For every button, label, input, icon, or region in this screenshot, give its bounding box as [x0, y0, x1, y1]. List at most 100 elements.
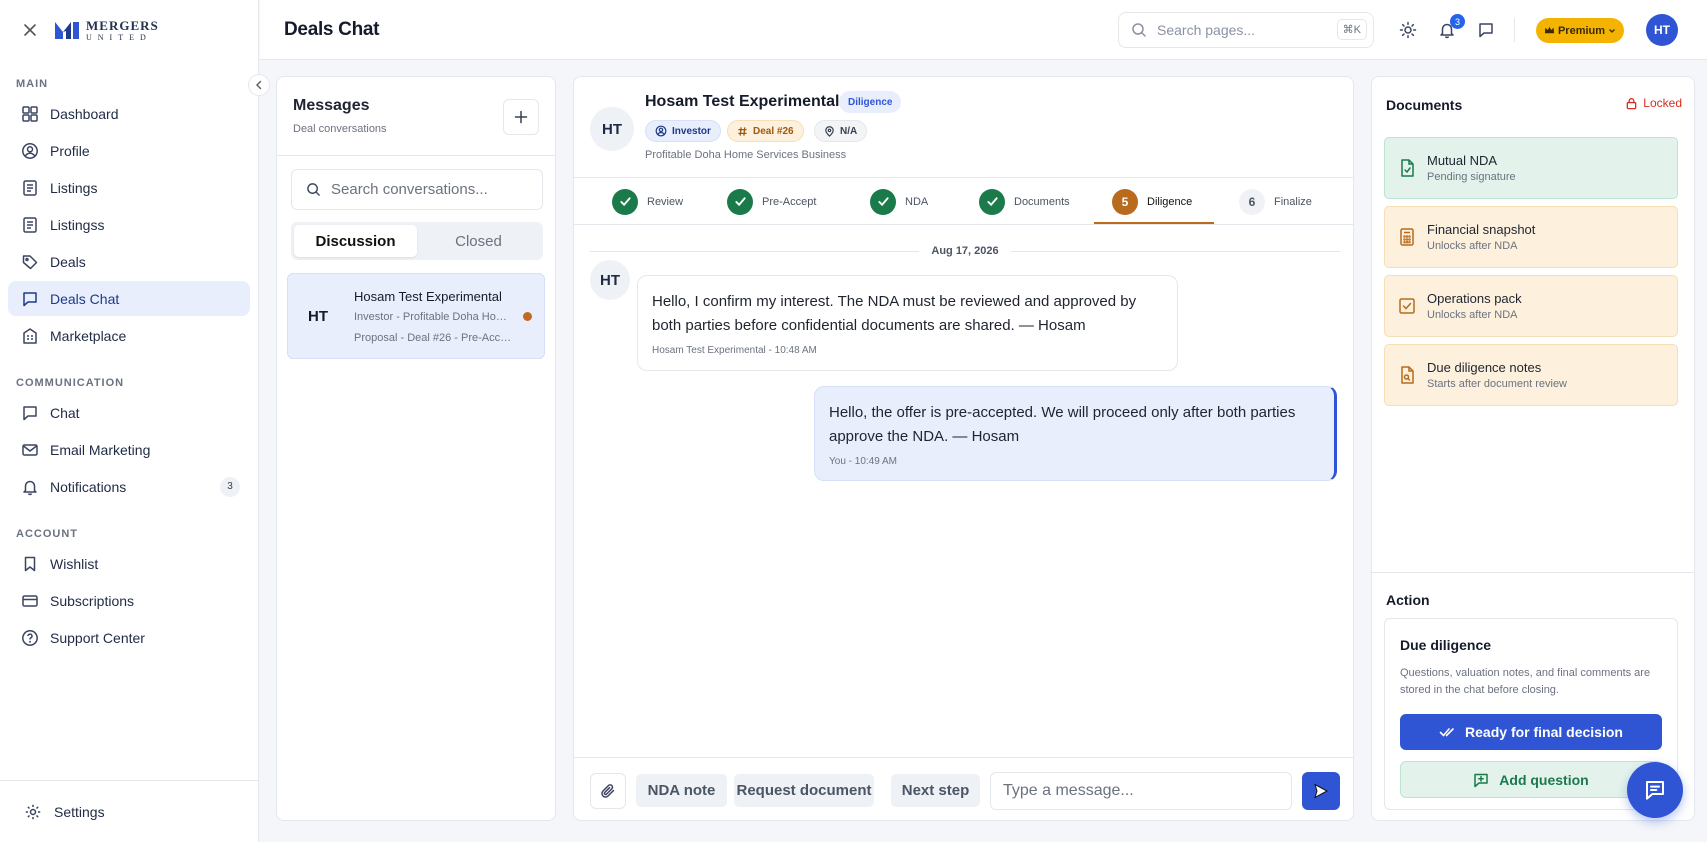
- step-label: Pre-Accept: [762, 195, 817, 208]
- request-document-button[interactable]: Request document: [734, 774, 874, 807]
- step-pre-accept[interactable]: Pre-Accept: [727, 178, 816, 225]
- conversation-search-input[interactable]: [331, 181, 531, 198]
- sidebar-item-email-marketing[interactable]: Email Marketing: [8, 432, 250, 467]
- sidebar-item-deals-chat[interactable]: Deals Chat: [8, 281, 250, 316]
- sidebar-item-wishlist[interactable]: Wishlist: [8, 546, 250, 581]
- sidebar-item-label: Listingss: [50, 216, 105, 233]
- sidebar-item-label: Settings: [54, 803, 105, 820]
- messages-subtitle: Deal conversations: [293, 123, 387, 135]
- business-name: Profitable Doha Home Services Business: [645, 149, 847, 161]
- sidebar-item-deals[interactable]: Deals: [8, 244, 250, 279]
- document-item[interactable]: Operations pack Unlocks after NDA: [1384, 275, 1678, 337]
- step-documents[interactable]: Documents: [979, 178, 1070, 225]
- user-avatar[interactable]: HT: [1646, 14, 1678, 46]
- sidebar-item-notifications[interactable]: Notifications 3: [8, 469, 250, 504]
- calculator-icon: [1400, 228, 1414, 246]
- step-finalize[interactable]: 6 Finalize: [1239, 178, 1312, 225]
- button-label: Ready for final decision: [1465, 724, 1623, 740]
- sidebar-item-listingss[interactable]: Listingss: [8, 207, 250, 242]
- crown-icon: [1544, 26, 1555, 34]
- document-name: Operations pack: [1427, 291, 1522, 306]
- document-name: Mutual NDA: [1427, 153, 1498, 168]
- close-icon[interactable]: [20, 20, 40, 40]
- chat-widget-button[interactable]: [1627, 762, 1683, 818]
- send-icon: [1314, 783, 1329, 799]
- chevron-down-icon: [1609, 28, 1615, 33]
- step-nda[interactable]: NDA: [870, 178, 928, 225]
- topbar-divider: [1514, 18, 1515, 42]
- search-shortcut: ⌘K: [1336, 19, 1367, 40]
- tab-closed[interactable]: Closed: [417, 225, 540, 257]
- tab-discussion[interactable]: Discussion: [294, 225, 417, 257]
- sidebar-item-dashboard[interactable]: Dashboard: [8, 96, 250, 131]
- premium-button[interactable]: Premium: [1536, 18, 1624, 43]
- conversation-item[interactable]: HT Hosam Test Experimental Investor - Pr…: [287, 273, 545, 359]
- step-label: Finalize: [1274, 195, 1312, 208]
- collapse-sidebar-button[interactable]: [248, 74, 270, 96]
- step-label: NDA: [905, 195, 929, 208]
- file-search-icon: [1401, 366, 1414, 384]
- date-separator: Aug 17, 2026: [590, 241, 1341, 261]
- add-question-button[interactable]: Add question: [1400, 761, 1662, 798]
- incoming-message: Hello, I confirm my interest. The NDA mu…: [637, 275, 1178, 371]
- document-item[interactable]: Due diligence notes Starts after documen…: [1384, 344, 1678, 406]
- list-icon: [20, 178, 40, 198]
- message-plus-icon: [1474, 773, 1489, 787]
- logo-mark-icon: [55, 22, 79, 39]
- attach-button[interactable]: [590, 773, 626, 809]
- deal-tag: Deal #26: [727, 120, 804, 142]
- sidebar-item-subscriptions[interactable]: Subscriptions: [8, 583, 250, 618]
- stage-badge: Diligence: [839, 91, 902, 113]
- dashboard-icon: [20, 104, 40, 124]
- topbar: Deals Chat Search pages... ⌘K 3 Premium …: [260, 0, 1707, 60]
- location-tag: N/A: [814, 120, 868, 142]
- card-description: Questions, valuation notes, and final co…: [1400, 667, 1651, 696]
- document-item[interactable]: Mutual NDA Pending signature: [1384, 137, 1678, 199]
- send-button[interactable]: [1302, 772, 1340, 810]
- step-diligence[interactable]: 5 Diligence: [1112, 178, 1192, 225]
- sidebar-item-label: Listings: [50, 179, 98, 196]
- sidebar-item-profile[interactable]: Profile: [8, 133, 250, 168]
- messages-title: Messages: [293, 97, 370, 114]
- next-step-button[interactable]: Next step: [891, 774, 980, 807]
- document-status: Pending signature: [1427, 171, 1516, 183]
- logo[interactable]: MERGERS UNITED: [54, 19, 159, 42]
- document-item[interactable]: Financial snapshot Unlocks after NDA: [1384, 206, 1678, 268]
- sidebar-item-settings[interactable]: Settings: [0, 780, 258, 842]
- conversation-name: Hosam Test Experimental: [354, 289, 502, 304]
- sidebar-item-chat[interactable]: Chat: [8, 395, 250, 430]
- chat-panel: HT Hosam Test Experimental Diligence Inv…: [573, 76, 1354, 821]
- premium-label: Premium: [1557, 24, 1606, 37]
- mail-icon: [20, 440, 40, 460]
- check-icon: [612, 188, 638, 215]
- conversation-tabs: Discussion Closed: [291, 222, 543, 260]
- unread-dot: [523, 312, 532, 321]
- ready-for-final-decision-button[interactable]: Ready for final decision: [1400, 714, 1662, 750]
- message-avatar: HT: [590, 260, 630, 300]
- message-input[interactable]: [990, 772, 1292, 810]
- new-conversation-button[interactable]: [503, 99, 539, 135]
- documents-title: Documents: [1386, 97, 1463, 113]
- message-text: Hello, I confirm my interest. The NDA mu…: [652, 293, 1137, 334]
- sidebar-item-listings[interactable]: Listings: [8, 170, 250, 205]
- sidebar-item-label: Deals Chat: [50, 290, 120, 307]
- notifications-button[interactable]: 3: [1435, 14, 1465, 42]
- sidebar-item-support-center[interactable]: Support Center: [8, 620, 250, 655]
- step-review[interactable]: Review: [612, 178, 683, 225]
- message-square-icon: [20, 403, 40, 423]
- sidebar-item-label: Wishlist: [50, 555, 99, 572]
- messages-button[interactable]: [1474, 18, 1498, 42]
- sidebar-item-marketplace[interactable]: Marketplace: [8, 318, 250, 353]
- document-status: Starts after document review: [1427, 378, 1568, 390]
- page-search-input[interactable]: Search pages... ⌘K: [1118, 12, 1374, 48]
- nda-note-button[interactable]: NDA note: [636, 774, 727, 807]
- theme-toggle-button[interactable]: [1396, 18, 1420, 42]
- sidebar: MERGERS UNITED MAIN Dashboard Profile Li…: [0, 0, 259, 842]
- search-placeholder: Search pages...: [1157, 22, 1256, 38]
- paperclip-icon: [601, 784, 615, 798]
- step-label: Diligence: [1147, 195, 1193, 208]
- contact-name: Hosam Test Experimental: [645, 93, 840, 110]
- section-label-main: MAIN: [16, 78, 49, 90]
- deal-progress-steps: Review Pre-Accept NDA Documents 5 Dilige…: [574, 177, 1353, 225]
- file-check-icon: [1401, 159, 1414, 177]
